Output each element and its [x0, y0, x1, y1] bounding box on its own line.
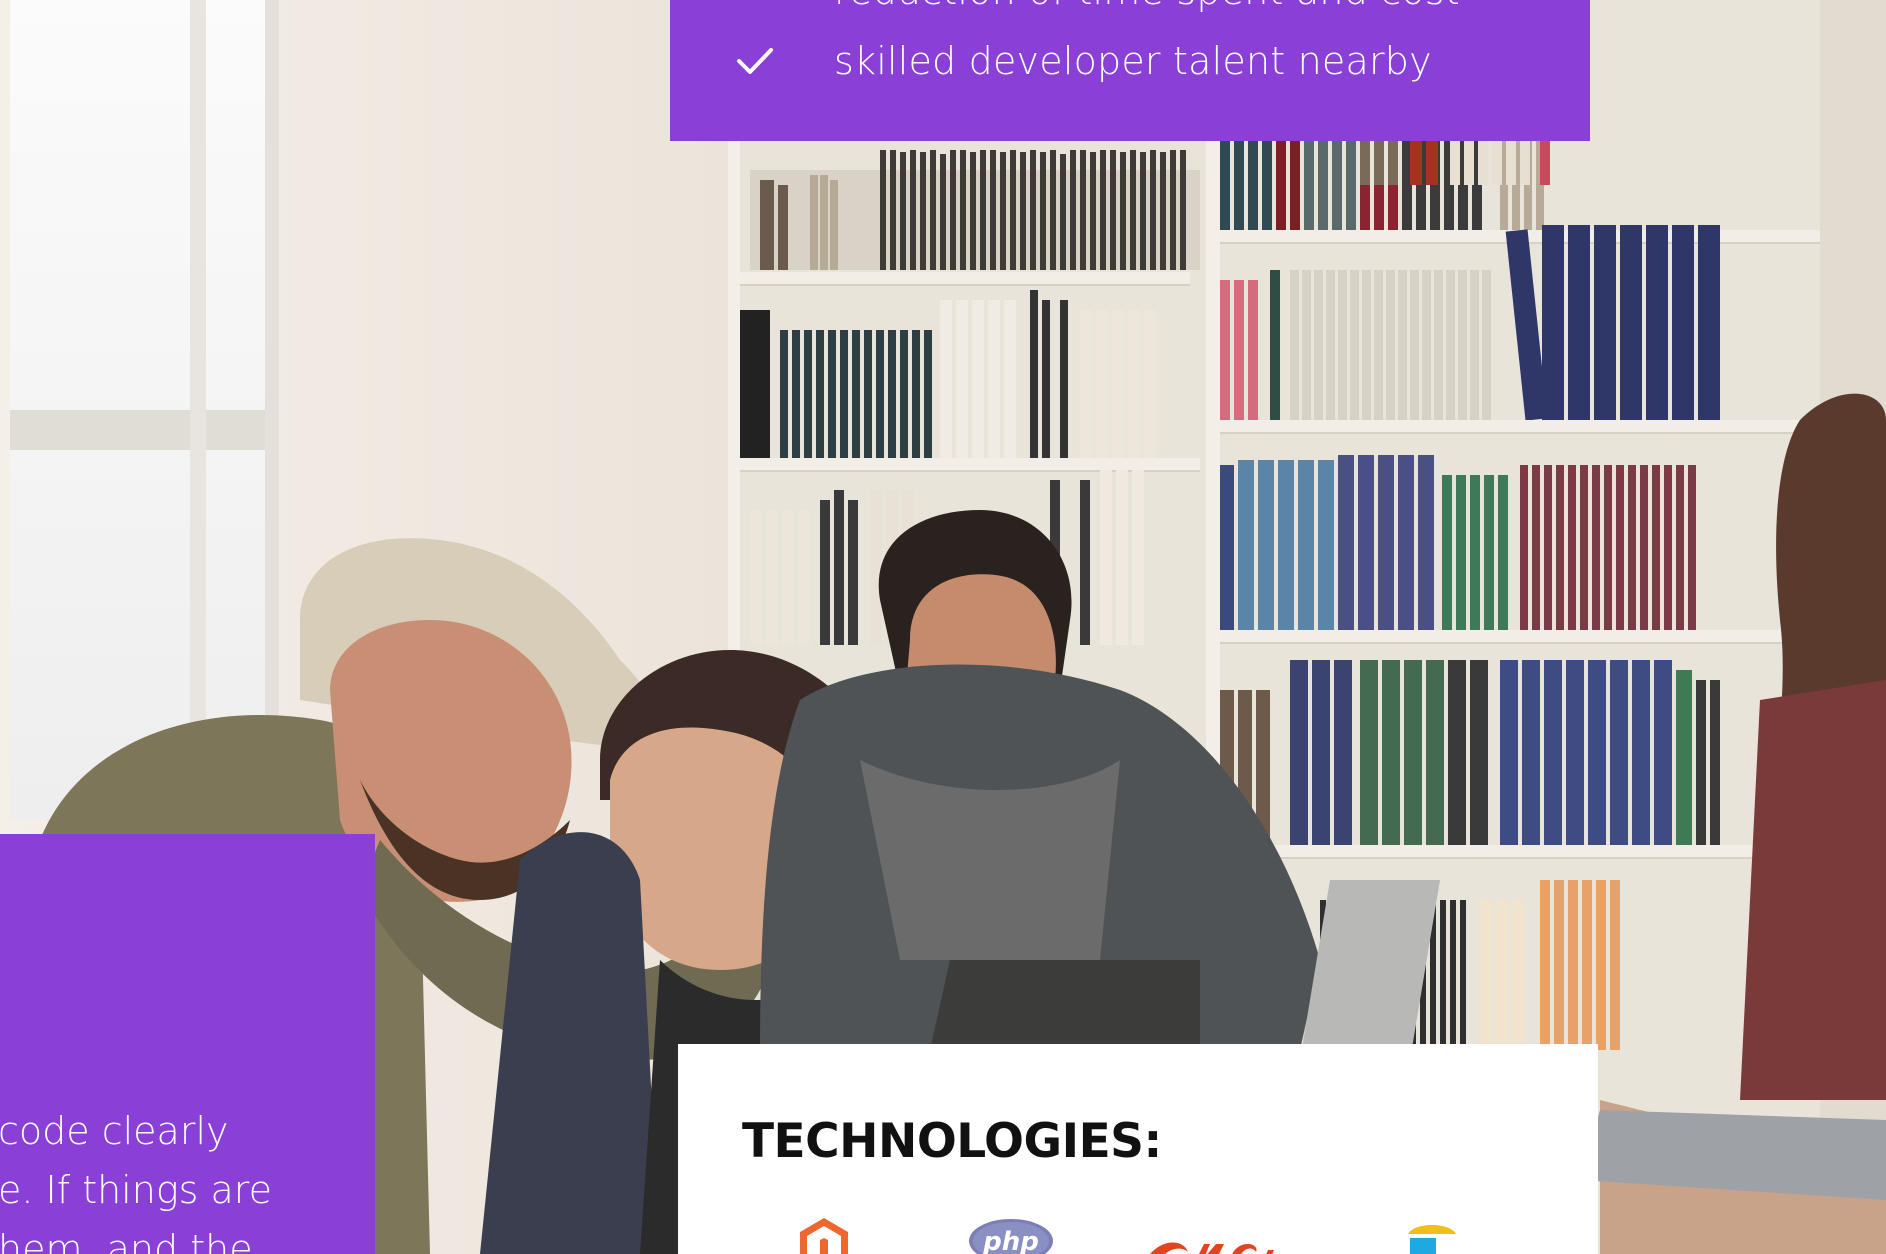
php-logo-icon: php: [968, 1216, 1054, 1254]
elastic-logo-icon: [1402, 1216, 1462, 1254]
description-line: code clearly: [0, 1109, 229, 1153]
magento-logo-icon: [798, 1216, 850, 1254]
check-icon: [730, 0, 780, 16]
feature-text: skilled developer talent nearby: [834, 39, 1432, 83]
technologies-title: TECHNOLOGIES:: [742, 1114, 1162, 1169]
feature-item: reduction of time spent and cost: [730, 0, 1460, 16]
technologies-card: TECHNOLOGIES: php: [678, 1044, 1598, 1254]
shopware-logo-icon: [1144, 1234, 1284, 1254]
feature-text: reduction of time spent and cost: [834, 0, 1460, 13]
description-panel: code clearly e. If things are hem, and t…: [0, 834, 375, 1254]
feature-item: skilled developer talent nearby: [730, 36, 1432, 86]
check-icon: [730, 36, 780, 86]
features-panel: reduction of time spent and cost skilled…: [670, 0, 1590, 141]
svg-text:php: php: [982, 1227, 1039, 1254]
description-line: e. If things are: [0, 1168, 272, 1212]
description-line: hem, and the: [0, 1227, 253, 1254]
description-text: code clearly e. If things are hem, and t…: [0, 1102, 375, 1254]
